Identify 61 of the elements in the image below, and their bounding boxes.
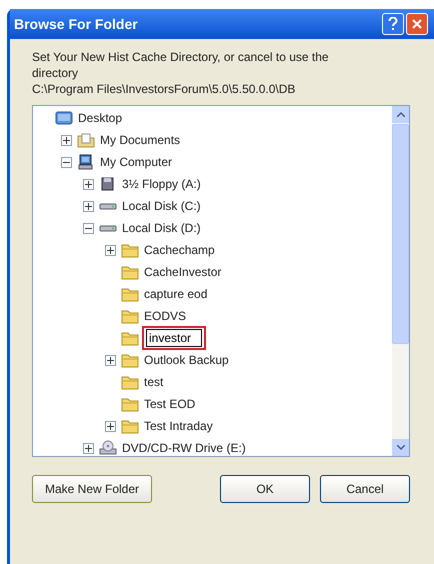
plus-icon xyxy=(63,136,70,144)
tree-item[interactable]: Outlook Backup xyxy=(144,351,229,369)
optical-drive-icon xyxy=(99,440,117,456)
help-icon xyxy=(388,17,398,31)
ok-button[interactable]: OK xyxy=(220,475,310,503)
tree-item[interactable]: capture eod xyxy=(144,285,208,303)
new-folder-button[interactable]: Make New Folder xyxy=(32,475,152,503)
expand-toggle[interactable] xyxy=(83,200,94,212)
path-text: C:\Program Files\InvestorsForum\5.0\5.50.0.0\DB xyxy=(32,81,296,97)
folder-icon xyxy=(121,264,139,280)
computer-icon xyxy=(77,154,95,170)
tree-item[interactable]: 3½ Floppy (A:) xyxy=(122,175,201,193)
collapse-toggle[interactable] xyxy=(61,156,72,168)
rename-field[interactable]: investor xyxy=(144,328,204,348)
expand-toggle[interactable] xyxy=(105,420,116,432)
folder-icon xyxy=(121,396,139,412)
tree-item[interactable]: Cachechamp xyxy=(144,241,215,259)
tree-item[interactable]: Local Disk (C:) xyxy=(122,197,201,215)
scroll-down-button[interactable] xyxy=(392,439,409,456)
expand-toggle[interactable] xyxy=(83,178,94,190)
cancel-button[interactable]: Cancel xyxy=(320,475,410,503)
plus-icon xyxy=(85,180,92,188)
tree-item[interactable]: Test Intraday xyxy=(144,417,213,435)
folder-icon xyxy=(121,418,139,434)
plus-icon xyxy=(107,356,114,364)
expand-toggle[interactable] xyxy=(61,134,72,146)
tree-item[interactable]: Local Disk (D:) xyxy=(122,219,201,237)
tree-item[interactable]: DVD/CD-RW Drive (E:) xyxy=(122,439,246,456)
folder-icon xyxy=(121,352,139,368)
tree-item[interactable]: My Computer xyxy=(100,153,172,171)
expand-toggle[interactable] xyxy=(105,354,116,366)
scroll-thumb[interactable] xyxy=(392,124,409,344)
expand-toggle[interactable] xyxy=(83,442,94,454)
window-title: Browse For Folder xyxy=(14,14,139,34)
tree-item[interactable]: Desktop xyxy=(78,109,122,127)
close-icon xyxy=(411,18,423,30)
expand-toggle[interactable] xyxy=(105,244,116,256)
down-caret-icon xyxy=(396,445,404,450)
close-button[interactable] xyxy=(406,13,428,35)
plus-icon xyxy=(85,202,92,210)
tree-item[interactable]: test xyxy=(144,373,164,391)
tree-item[interactable]: My Documents xyxy=(100,131,180,149)
plus-icon xyxy=(107,422,114,430)
document-folder-icon xyxy=(77,132,95,148)
folder-icon xyxy=(121,286,139,302)
plus-icon xyxy=(107,246,114,254)
tree-item[interactable]: Test EOD xyxy=(144,395,196,413)
folder-icon xyxy=(121,374,139,390)
folder-icon xyxy=(121,330,139,346)
scrollbar[interactable] xyxy=(392,106,409,456)
tree-item[interactable]: CacheInvestor xyxy=(144,263,222,281)
up-caret-icon xyxy=(396,112,404,117)
desktop-icon xyxy=(55,110,73,126)
folder-icon xyxy=(121,308,139,324)
scroll-up-button[interactable] xyxy=(392,106,409,123)
help-button[interactable] xyxy=(382,13,404,35)
folder-icon xyxy=(121,242,139,258)
tree-item[interactable]: EODVS xyxy=(144,307,186,325)
collapse-toggle[interactable] xyxy=(83,222,94,234)
instruction-text: Set Your New Hist Cache Directory, or cancel to use the directory xyxy=(32,49,330,81)
plus-icon xyxy=(85,444,92,452)
